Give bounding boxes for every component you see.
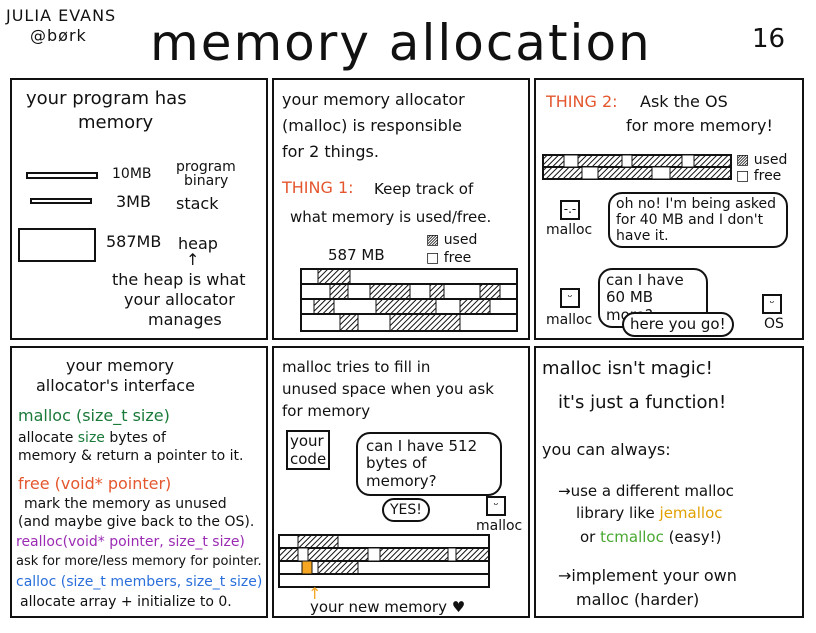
panel-not-magic: malloc isn't magic! it's just a function… bbox=[534, 346, 804, 618]
calloc-signature: calloc (size_t members, size_t size) bbox=[16, 574, 263, 590]
up-arrow-icon: ↑ bbox=[186, 250, 200, 269]
panel-fill-unused: malloc tries to fill in unused space whe… bbox=[272, 346, 530, 618]
realloc-signature: realloc(void* pointer, size_t size) bbox=[16, 534, 245, 550]
malloc-label-2: malloc bbox=[546, 312, 593, 328]
p5-line2: unused space when you ask bbox=[282, 380, 494, 398]
os-label: OS bbox=[764, 316, 784, 332]
bullet1-line1: →use a different malloc bbox=[558, 482, 734, 500]
bullet2-line2: malloc (harder) bbox=[576, 590, 700, 609]
p2-line2: (malloc) is responsible bbox=[282, 116, 463, 135]
thing2-text1: Ask the OS bbox=[640, 92, 728, 111]
p6-line2: it's just a function! bbox=[558, 392, 727, 413]
memory-usage-strip bbox=[542, 154, 732, 180]
panel-program-memory: your program has memory 10MB program bina… bbox=[10, 78, 268, 340]
p5-caption: your new memory ♥ bbox=[310, 598, 466, 616]
author-block: JULIA EVANS @børk bbox=[6, 6, 116, 46]
calloc-desc: allocate array + initialize to 0. bbox=[20, 594, 232, 610]
binary-bar bbox=[26, 172, 98, 179]
legend-free-2: □ free bbox=[736, 168, 782, 184]
bubble-here-you-go: here you go! bbox=[622, 312, 734, 338]
malloc-face-icon: ᵕ bbox=[486, 496, 506, 516]
heap-fill-diagram bbox=[278, 534, 490, 588]
malloc-sad-face-icon: -.- bbox=[560, 200, 580, 220]
os-face-icon: ᵕ bbox=[762, 294, 782, 314]
panel-interface: your memory allocator's interface malloc… bbox=[10, 346, 268, 618]
p5-line1: malloc tries to fill in bbox=[282, 358, 431, 376]
heap-size-label: 587 MB bbox=[328, 246, 385, 264]
p1-size-heap: 587MB bbox=[106, 232, 162, 251]
thing1-text1: Keep track of bbox=[374, 180, 474, 198]
free-desc-1: mark the memory as unused bbox=[24, 496, 227, 512]
legend-free: □ free bbox=[426, 250, 472, 266]
p6-line3: you can always: bbox=[542, 440, 671, 459]
free-signature: free (void* pointer) bbox=[18, 474, 172, 493]
bubble-ask-512: can I have 512 bytes of memory? bbox=[356, 432, 502, 496]
malloc-label-1: malloc bbox=[546, 222, 593, 238]
your-code-box: your code bbox=[286, 430, 330, 470]
p1-caption1: the heap is what bbox=[112, 270, 246, 289]
malloc-label: malloc bbox=[476, 518, 523, 534]
panel-ask-os: THING 2: Ask the OS for more memory! ▨ u… bbox=[534, 78, 804, 340]
bullet2-line1: →implement your own bbox=[558, 566, 737, 585]
p1-size-stack: 3MB bbox=[116, 192, 151, 211]
author-handle: @børk bbox=[30, 26, 87, 45]
malloc-desc-2: memory & return a pointer to it. bbox=[18, 448, 244, 464]
malloc-signature: malloc (size_t size) bbox=[18, 406, 170, 425]
p1-label-stack: stack bbox=[176, 194, 219, 213]
page-title: memory allocation bbox=[150, 14, 652, 72]
p1-label-binary: program binary bbox=[176, 159, 236, 189]
p1-line2: memory bbox=[78, 112, 154, 133]
bullet1-line3: or tcmalloc (easy!) bbox=[580, 528, 722, 546]
author-name: JULIA EVANS bbox=[6, 6, 117, 25]
p4-line1: your memory bbox=[66, 356, 174, 375]
malloc-happy-face-icon: ᵕ bbox=[560, 288, 580, 308]
legend-used: ▨ used bbox=[426, 232, 478, 248]
legend-used-2: ▨ used bbox=[736, 152, 788, 168]
p2-line1: your memory allocator bbox=[282, 90, 465, 109]
thing1-label: THING 1: bbox=[282, 178, 354, 197]
free-desc-2: (and maybe give back to the OS). bbox=[18, 514, 255, 530]
stack-bar bbox=[30, 198, 92, 204]
p2-line3: for 2 things. bbox=[282, 142, 379, 161]
p5-line3: for memory bbox=[282, 402, 371, 420]
p4-line2: allocator's interface bbox=[36, 376, 195, 395]
p1-line1: your program has bbox=[26, 88, 187, 109]
heap-usage-diagram bbox=[300, 268, 518, 332]
panel-allocator-responsibilities: your memory allocator (malloc) is respon… bbox=[272, 78, 530, 340]
page-number: 16 bbox=[752, 24, 786, 54]
bullet1-line2: library like jemalloc bbox=[576, 504, 723, 522]
p1-caption2: your allocator bbox=[124, 290, 235, 309]
realloc-desc: ask for more/less memory for pointer. bbox=[16, 554, 262, 569]
thing2-label: THING 2: bbox=[546, 92, 618, 111]
malloc-desc-1: allocate size bytes of bbox=[18, 430, 166, 446]
thing2-text2: for more memory! bbox=[626, 116, 773, 135]
bubble-not-enough: oh no! I'm being asked for 40 MB and I d… bbox=[608, 192, 788, 249]
thing1-text2: what memory is used/free. bbox=[290, 208, 492, 226]
bubble-yes: YES! bbox=[382, 498, 430, 523]
heap-bar bbox=[18, 228, 96, 262]
p1-size-binary: 10MB bbox=[112, 166, 152, 182]
p1-caption3: manages bbox=[148, 310, 222, 329]
p6-line1: malloc isn't magic! bbox=[542, 358, 713, 379]
